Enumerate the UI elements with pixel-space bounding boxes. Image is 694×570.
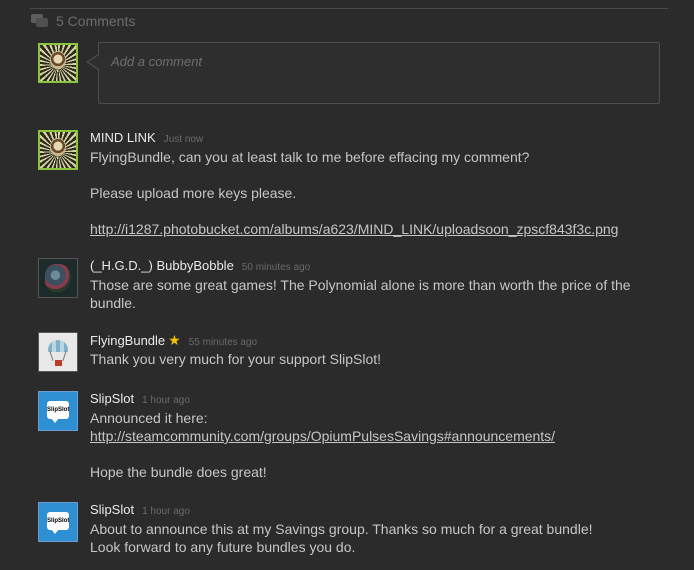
comment-text: Thank you very much for your support Sli… xyxy=(90,351,382,367)
comment-link[interactable]: http://steamcommunity.com/groups/OpiumPu… xyxy=(90,427,680,445)
comment-link[interactable]: http://i1287.photobucket.com/albums/a623… xyxy=(90,220,680,238)
avatar-slipslot[interactable]: SlipSlot xyxy=(38,502,78,542)
comment-count: 5 Comments xyxy=(56,13,136,29)
comment-timestamp: 50 minutes ago xyxy=(241,262,311,273)
avatar-label: SlipSlot xyxy=(47,401,69,419)
comments-header: 5 Comments xyxy=(31,12,135,30)
comment-input[interactable]: Add a comment xyxy=(98,42,660,104)
my-avatar[interactable] xyxy=(38,43,78,83)
comment-timestamp: Just now xyxy=(163,134,204,145)
comment-item: SlipSlot 1 hour ago About to announce th… xyxy=(90,502,680,556)
star-icon: ★ xyxy=(168,332,181,348)
top-divider xyxy=(30,8,668,9)
comment-timestamp: 55 minutes ago xyxy=(188,337,258,348)
comment-author[interactable]: (_H.G.D._) BubbyBobble xyxy=(90,258,234,273)
avatar-mind-link[interactable] xyxy=(38,130,78,170)
comment-text: Those are some great games! The Polynomi… xyxy=(90,277,631,293)
comment-timestamp: 1 hour ago xyxy=(142,506,190,517)
comment-text: Hope the bundle does great! xyxy=(90,464,267,480)
comment-author[interactable]: MIND LINK xyxy=(90,130,156,145)
comment-item: FlyingBundle ★ 55 minutes ago Thank you … xyxy=(90,332,680,368)
avatar-bubbybobble[interactable] xyxy=(38,258,78,298)
comment-text: bundle. xyxy=(90,295,136,311)
comment-placeholder: Add a comment xyxy=(111,54,203,69)
avatar-label: SlipSlot xyxy=(47,512,69,530)
comment-text: About to announce this at my Savings gro… xyxy=(90,521,593,537)
comment-timestamp: 1 hour ago xyxy=(142,395,190,406)
comment-item: (_H.G.D._) BubbyBobble 50 minutes ago Th… xyxy=(90,258,680,312)
comment-author[interactable]: SlipSlot xyxy=(90,502,134,517)
comment-text: Please upload more keys please. xyxy=(90,185,297,201)
avatar-flyingbundle[interactable] xyxy=(38,332,78,372)
comment-text: FlyingBundle, can you at least talk to m… xyxy=(90,149,530,165)
comment-text: Announced it here: xyxy=(90,410,208,426)
comments-icon xyxy=(31,13,49,29)
comment-text: Look forward to any future bundles you d… xyxy=(90,539,356,555)
comment-item: MIND LINK Just now FlyingBundle, can you… xyxy=(90,130,680,238)
avatar-slipslot[interactable]: SlipSlot xyxy=(38,391,78,431)
comment-author[interactable]: FlyingBundle xyxy=(90,333,165,348)
comment-author[interactable]: SlipSlot xyxy=(90,391,134,406)
comment-item: SlipSlot 1 hour ago Announced it here: h… xyxy=(90,391,680,481)
